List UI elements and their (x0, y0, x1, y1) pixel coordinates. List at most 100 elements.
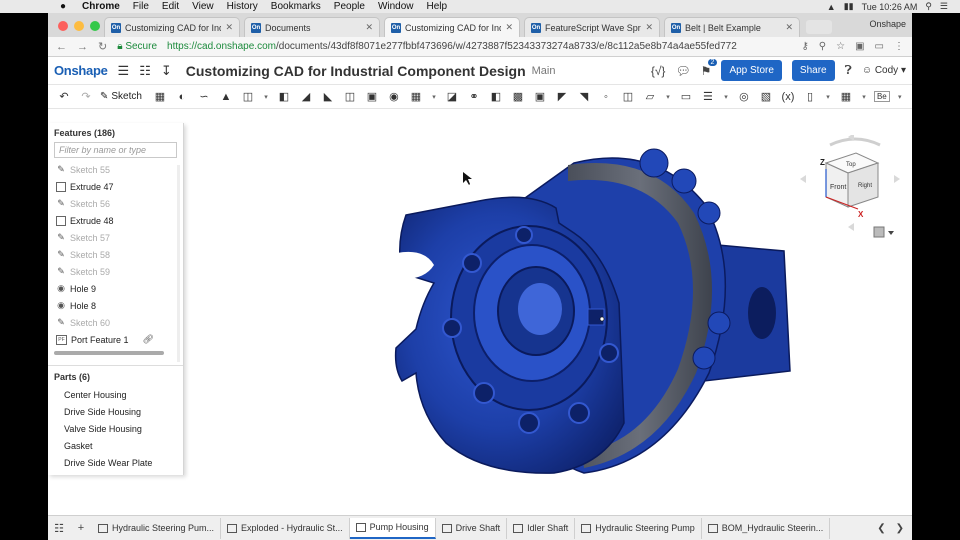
close-tab-icon[interactable]: ✕ (785, 22, 793, 33)
feature-item[interactable]: ✎ Sketch 57 (48, 229, 183, 246)
feature-item[interactable]: ✎ Sketch 60 (48, 314, 183, 331)
draft-icon[interactable]: ◣ (320, 90, 336, 104)
new-tab-button[interactable] (806, 20, 832, 34)
thicken-icon[interactable]: ◫ (240, 90, 256, 104)
forward-arrow-icon[interactable]: → (77, 41, 88, 53)
offset-surface-icon[interactable]: ◫ (620, 90, 636, 104)
reload-icon[interactable]: ↻ (98, 40, 107, 53)
measure-icon[interactable]: ▦ (838, 90, 854, 104)
spotlight-icon[interactable]: ⚲ (925, 1, 932, 12)
part-item[interactable]: Gasket (48, 437, 183, 454)
loft-icon[interactable]: ▲ (218, 90, 234, 104)
comments-icon[interactable]: 💬︎ (675, 64, 690, 78)
plane-icon[interactable]: ▱ (642, 90, 658, 104)
hole-icon[interactable]: ◉ (386, 90, 402, 104)
transform-icon[interactable]: ▩ (510, 90, 526, 104)
feature-item[interactable]: ◉ Hole 9 (48, 280, 183, 297)
menu-help[interactable]: Help (427, 1, 448, 12)
zoom-icon[interactable]: ⚲ (819, 41, 826, 52)
bolt-hole[interactable] (518, 412, 540, 434)
feature-item[interactable]: Extrude 47 (48, 178, 183, 195)
split-icon[interactable]: ◧ (488, 90, 504, 104)
dropdown-icon[interactable]: ▾ (430, 90, 438, 104)
element-tab[interactable]: Idler Shaft (507, 517, 576, 539)
feature-item[interactable]: PF Port Feature 1 🔗︎ (48, 331, 183, 348)
close-tab-icon[interactable]: ✕ (365, 22, 373, 33)
feature-item[interactable]: ✎ Sketch 55 (48, 161, 183, 178)
revolve-icon[interactable]: ◐ (174, 90, 190, 104)
sweep-icon[interactable]: ∽ (196, 90, 212, 104)
user-menu[interactable]: ☺ Cody ▾ (862, 65, 906, 76)
plane-tool-icon[interactable]: ▭ (678, 90, 694, 104)
close-window-button[interactable] (58, 21, 68, 31)
clock[interactable]: Tue 10:26 AM (862, 2, 918, 12)
hamburger-menu-icon[interactable]: ☰ (118, 63, 130, 79)
sketch-button[interactable]: ✎ Sketch (100, 91, 142, 102)
redo-icon[interactable]: ↷ (78, 90, 94, 104)
browser-tab[interactable]: On Belt | Belt Example ✕ (664, 17, 800, 37)
bolt-hole[interactable] (473, 382, 495, 404)
cast-icon[interactable]: ▭ (875, 41, 884, 52)
back-arrow-icon[interactable]: ← (56, 41, 67, 53)
variable-icon[interactable]: (x) (780, 90, 796, 104)
shell-icon[interactable]: ▣ (364, 90, 380, 104)
menu-view[interactable]: View (192, 1, 214, 12)
browser-tab[interactable]: On FeatureScript Wave Spring | V ✕ (524, 17, 660, 37)
dropdown-icon[interactable]: ▾ (860, 90, 868, 104)
featurescript-icon[interactable]: {√} (651, 64, 666, 78)
feature-filter-input[interactable]: Filter by name or type (54, 142, 177, 158)
menu-window[interactable]: Window (378, 1, 414, 12)
rotate-right-icon[interactable] (894, 175, 900, 183)
menu-people[interactable]: People (334, 1, 365, 12)
replace-face-icon[interactable]: ◦ (598, 90, 614, 104)
extrude-icon[interactable]: ▦ (152, 90, 168, 104)
feature-item[interactable]: ✎ Sketch 56 (48, 195, 183, 212)
dropdown-icon[interactable]: ▾ (262, 90, 270, 104)
bolt-hole[interactable] (442, 318, 462, 338)
url-field[interactable]: https://cad.onshape.com/documents/43df8f… (167, 41, 737, 52)
menu-edit[interactable]: Edit (162, 1, 179, 12)
horizontal-scrollbar[interactable] (54, 351, 164, 355)
part-item[interactable]: Valve Side Housing (48, 420, 183, 437)
close-tab-icon[interactable]: ✕ (505, 22, 513, 33)
key-icon[interactable]: ⚷ (801, 41, 808, 52)
feature-item[interactable]: ◉ Hole 8 (48, 297, 183, 314)
bookmark-star-icon[interactable]: ☆ (836, 41, 845, 52)
menu-file[interactable]: File (133, 1, 149, 12)
menu-bookmarks[interactable]: Bookmarks (271, 1, 321, 12)
dropdown-icon[interactable]: ▾ (664, 90, 672, 104)
part-item[interactable]: Drive Side Wear Plate (48, 454, 183, 471)
checklist-icon[interactable]: ☷ (139, 63, 151, 79)
view-cube[interactable]: Top Front Right Z X (800, 133, 910, 248)
browser-tab[interactable]: On Customizing CAD for Industri ✕ (104, 17, 240, 37)
minimize-window-button[interactable] (74, 21, 84, 31)
battery-icon[interactable]: ▮▮ (844, 1, 854, 12)
document-title[interactable]: Customizing CAD for Industrial Component… (186, 63, 526, 79)
mate-connector-icon[interactable]: ☰ (700, 90, 716, 104)
tab-manager-icon[interactable]: ☷ (48, 522, 70, 535)
onshape-logo[interactable]: Onshape (54, 63, 108, 78)
port-hole[interactable] (748, 287, 776, 339)
bolt-hole[interactable] (568, 402, 590, 424)
view-options-icon[interactable] (873, 226, 885, 238)
bolt-hole[interactable] (599, 343, 619, 363)
feature-item[interactable]: ✎ Sketch 58 (48, 246, 183, 263)
secure-lock-icon[interactable]: 🔒︎ Secure (117, 41, 157, 52)
wifi-icon[interactable]: ▲ (827, 2, 836, 12)
feature-item[interactable]: ✎ Sketch 59 (48, 263, 183, 280)
modify-fillet-icon[interactable]: ◤ (554, 90, 570, 104)
scroll-tabs-left-icon[interactable]: ❮ (877, 523, 885, 534)
apple-icon[interactable]: ● (56, 1, 70, 12)
vertical-scrollbar[interactable] (177, 165, 180, 362)
browser-tab[interactable]: On Documents ✕ (244, 17, 380, 37)
element-tab[interactable]: BOM_Hydraulic Steerin... (702, 517, 831, 539)
bolt-hole[interactable] (515, 226, 533, 244)
feature-item[interactable]: Extrude 48 (48, 212, 183, 229)
features-heading[interactable]: Features (186) (48, 123, 183, 142)
element-tab-active[interactable]: Pump Housing (349, 517, 436, 539)
dropdown-icon[interactable]: ▾ (824, 90, 832, 104)
scroll-tabs-right-icon[interactable]: ❯ (896, 523, 904, 534)
view-options-dropdown-icon[interactable] (888, 231, 894, 235)
close-tab-icon[interactable]: ✕ (645, 22, 653, 33)
mirror-icon[interactable]: ◪ (444, 90, 460, 104)
